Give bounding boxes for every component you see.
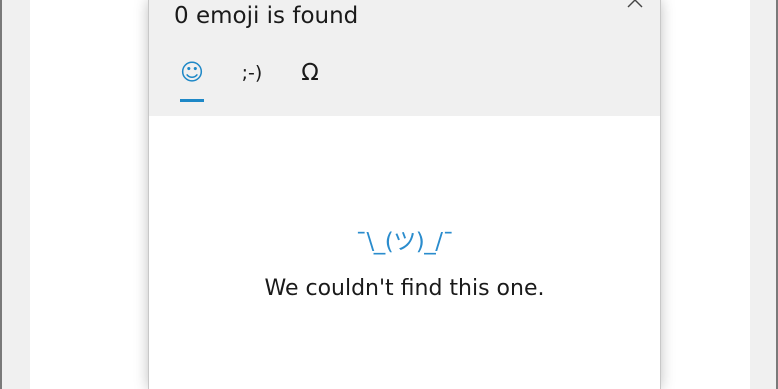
shrug-kaomoji: ¯\_(ツ)_/¯ [355,229,454,255]
kaomoji-icon: ;-) [241,62,263,84]
close-icon[interactable] [623,0,647,12]
tab-kaomoji[interactable]: ;-) [235,58,269,98]
smiley-icon: ☺ [180,60,204,86]
emoji-picker-header: 0 emoji is found ☺ ;-) Ω [149,0,660,116]
result-count-title: 0 emoji is found [174,3,359,29]
emoji-picker-panel: 0 emoji is found ☺ ;-) Ω ¯\_(ツ)_/¯ We co… [149,0,660,389]
omega-icon: Ω [301,60,319,86]
window-left-border [0,0,2,389]
selected-tab-indicator [180,99,204,102]
tab-symbols[interactable]: Ω [295,58,325,98]
empty-state-message: We couldn't find this one. [264,276,545,301]
tab-emoji[interactable]: ☺ [177,58,207,98]
